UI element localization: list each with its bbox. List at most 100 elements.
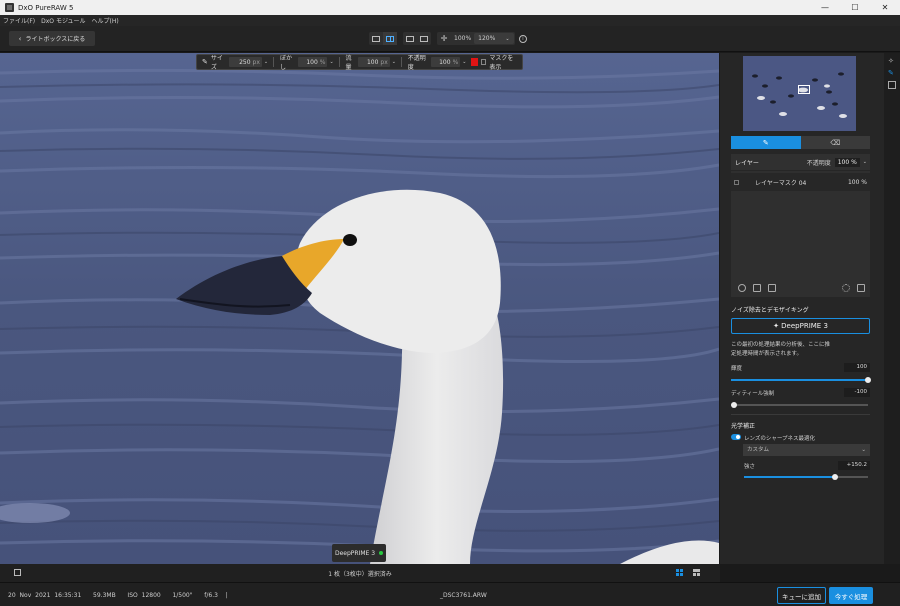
file-name: _DSC3761.ARW: [440, 592, 487, 599]
trash-icon[interactable]: [857, 284, 865, 292]
magic-wand-icon[interactable]: ✧: [888, 57, 896, 65]
luminance-value[interactable]: 100: [844, 363, 870, 372]
flow-unit: px: [380, 58, 388, 66]
zoom-select[interactable]: 120% ⌄: [474, 33, 514, 44]
layer-name: レイヤーマスク 04: [755, 179, 807, 187]
grid-view-icon[interactable]: [676, 569, 683, 576]
layer-tools: [731, 279, 870, 297]
pan-button[interactable]: ✛: [437, 32, 451, 45]
iso: ISO 12800: [127, 592, 161, 599]
luminance-slider-knob[interactable]: [865, 377, 871, 383]
menu-help[interactable]: ヘルプ(H): [92, 16, 119, 25]
feather-field[interactable]: 100 %: [297, 57, 328, 67]
detail-slider-knob[interactable]: [731, 402, 737, 408]
divider: [338, 57, 340, 67]
chevron-down-icon[interactable]: ⌄: [329, 59, 333, 65]
strength-slider[interactable]: [744, 474, 868, 480]
chevron-down-icon: ⌄: [861, 447, 866, 453]
window-controls: — ☐ ✕: [810, 0, 900, 15]
menu-bar: ファイル(F) DxO モジュール ヘルプ(H): [0, 15, 900, 26]
deepprime-button[interactable]: ✦ DeepPRIME 3: [731, 318, 870, 334]
estimate-line-2: 定処理時間が表示されます。: [731, 351, 802, 357]
zoom-100-button[interactable]: 100%: [451, 35, 474, 42]
feather-unit: %: [319, 58, 326, 66]
right-panel: ✎ ⌫ レイヤー 不透明度 100 % ⌄ レイヤーマスク 04 100 % ノ…: [720, 53, 884, 564]
brush-size-unit: px: [252, 58, 260, 66]
app-logo-icon: [5, 3, 14, 12]
menu-file[interactable]: ファイル(F): [3, 16, 35, 25]
single-view-button[interactable]: [369, 32, 383, 45]
duplicate-layer-icon[interactable]: [753, 284, 761, 292]
status-bar: 20 Nov 2021 16:35:31 59.3MB ISO 12800 1/…: [0, 582, 900, 606]
chevron-down-icon[interactable]: ⌄: [462, 59, 466, 65]
menu-dxo-modules[interactable]: DxO モジュール: [41, 16, 85, 25]
process-now-button[interactable]: 今すぐ処理: [829, 587, 873, 604]
invert-mask-icon[interactable]: [768, 284, 776, 292]
view-mode-group: [369, 32, 397, 45]
shutter-speed: 1/500": [172, 592, 193, 599]
detail-slider[interactable]: [731, 402, 868, 408]
feather-label: ぼかし: [279, 55, 292, 71]
split-view-button[interactable]: [383, 32, 397, 45]
split-view-icon: [386, 35, 394, 42]
filmstrip-view-icon[interactable]: [693, 569, 700, 576]
add-to-queue-button[interactable]: キューに追加: [777, 587, 826, 604]
brush-size-label: サイズ: [210, 55, 223, 71]
sharpness-preset-value: カスタム: [747, 447, 770, 453]
image-viewer[interactable]: [0, 53, 719, 564]
chevron-down-icon[interactable]: ⌄: [392, 59, 396, 65]
deepprime-status-badge: DeepPRIME 3: [332, 544, 386, 562]
chevron-down-icon[interactable]: ⌄: [264, 59, 268, 65]
flow-value: 100: [366, 58, 379, 66]
opacity-unit: %: [452, 58, 459, 66]
brush-toolbar: ✎ サイズ 250 px ⌄ ぼかし 100 % ⌄ 流量 100 px ⌄ 不…: [196, 54, 523, 71]
luminance-slider[interactable]: [731, 377, 871, 383]
info-icon[interactable]: i: [519, 35, 527, 43]
tab-brush[interactable]: ✎: [731, 136, 801, 149]
layers-title: レイヤー: [735, 159, 759, 167]
brush-tool-icon[interactable]: ✎: [888, 69, 896, 77]
side-by-side-icon: [420, 35, 428, 42]
opacity-field[interactable]: 100 %: [430, 57, 461, 67]
show-mask-checkbox[interactable]: [481, 59, 487, 65]
feather-value: 100: [306, 58, 318, 66]
move-icon: ✛: [440, 34, 448, 43]
show-mask-label: マスクを表示: [489, 55, 514, 71]
layer-opacity-input[interactable]: 100 %: [834, 157, 860, 167]
maximize-button[interactable]: ☐: [840, 0, 870, 15]
image-export-icon[interactable]: [888, 81, 896, 89]
opacity-label: 不透明度: [407, 55, 426, 71]
minimize-button[interactable]: —: [810, 0, 840, 15]
before-view-button[interactable]: [403, 32, 417, 45]
add-layer-icon[interactable]: [738, 284, 746, 292]
flow-field[interactable]: 100 px: [358, 57, 390, 67]
flow-label: 流量: [345, 55, 352, 71]
photo-swan: [0, 53, 719, 564]
navigator-viewport-box[interactable]: [798, 85, 810, 94]
close-button[interactable]: ✕: [870, 0, 900, 15]
navigator-thumbnail[interactable]: [743, 56, 856, 131]
side-tool-strip: ✧ ✎: [884, 53, 900, 564]
detail-value[interactable]: -100: [844, 388, 870, 397]
lens-sharpness-toggle[interactable]: [731, 434, 741, 440]
brush-size-field[interactable]: 250 px: [228, 57, 262, 67]
lens-sharpness-label: レンズのシャープネス最適化: [744, 436, 816, 442]
tab-eraser[interactable]: ⌫: [800, 136, 870, 149]
side-by-side-button[interactable]: [417, 32, 431, 45]
brush-size-value: 250: [239, 58, 251, 66]
deepprime-badge-label: DeepPRIME 3: [334, 549, 376, 557]
reset-icon[interactable]: [842, 284, 850, 292]
sharpness-preset-select[interactable]: カスタム ⌄: [743, 444, 870, 456]
photo-metadata: 20 Nov 2021 16:35:31 59.3MB ISO 12800 1/…: [8, 592, 228, 599]
back-to-lightbox-button[interactable]: ‹ ライトボックスに戻る: [9, 31, 95, 46]
filmstrip-bar: 1 枚（3枚中）選択済み: [0, 564, 720, 582]
list-item[interactable]: レイヤーマスク 04 100 %: [731, 173, 870, 191]
mask-color-swatch[interactable]: [471, 58, 479, 66]
strength-value[interactable]: +150.2: [838, 461, 870, 470]
strength-slider-knob[interactable]: [832, 474, 838, 480]
layer-visibility-checkbox[interactable]: [734, 179, 739, 185]
estimate-description: この最初の処理結果の分析後、ここに推 定処理時間が表示されます。: [731, 341, 856, 359]
strength-slider-fill: [744, 476, 835, 478]
chevron-down-icon[interactable]: ⌄: [863, 159, 867, 165]
tool-tabs: ✎ ⌫: [731, 136, 870, 149]
